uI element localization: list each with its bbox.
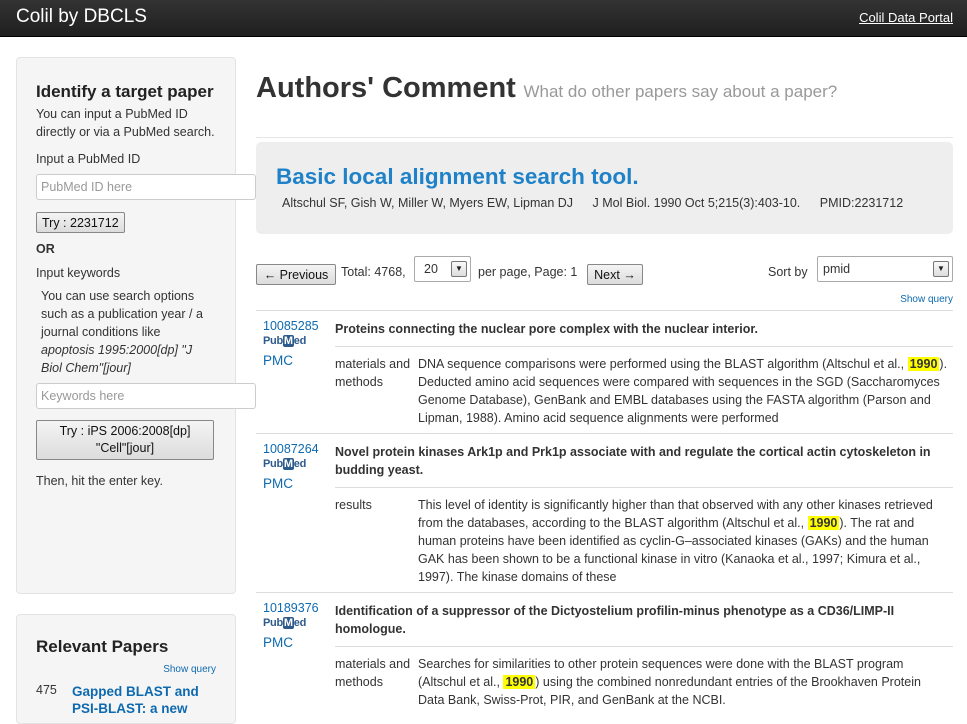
total-count: Total: 4768, xyxy=(341,265,406,279)
chevron-down-icon: ▼ xyxy=(451,261,467,277)
pmc-link[interactable]: PMC xyxy=(263,635,333,650)
enter-hint: Then, hit the enter key. xyxy=(36,474,163,488)
relevant-show-query-link[interactable]: Show query xyxy=(163,664,216,675)
sort-select[interactable]: pmid ▼ xyxy=(817,256,953,282)
chevron-down-icon: ▼ xyxy=(933,261,949,277)
result-section: materials and methods xyxy=(335,657,411,689)
pmid-input[interactable] xyxy=(36,174,256,200)
data-portal-link[interactable]: Colil Data Portal xyxy=(859,10,953,25)
keywords-input[interactable] xyxy=(36,383,256,409)
result-title: Novel protein kinases Ark1p and Prk1p as… xyxy=(335,445,931,477)
identify-paper-heading: Identify a target paper xyxy=(36,82,214,101)
per-page-value: 20 xyxy=(424,262,438,276)
citation-year-highlight: 1990 xyxy=(907,357,940,371)
result-title: Identification of a suppressor of the Di… xyxy=(335,604,895,636)
result-title: Proteins connecting the nuclear pore com… xyxy=(335,322,759,336)
relevant-papers-title: Relevant Papers xyxy=(36,637,169,656)
page-title: Authors' Comment xyxy=(256,72,516,104)
per-page-select[interactable]: 20 ▼ xyxy=(414,256,471,282)
keywords-help-example: apoptosis 1995:2000[dp] "J Biol Chem"[jo… xyxy=(41,343,193,375)
relevant-item-count: 475 xyxy=(36,683,57,697)
sort-value: pmid xyxy=(823,262,851,276)
result-section: materials and methods xyxy=(335,357,411,389)
pmc-link[interactable]: PMC xyxy=(263,353,333,368)
sort-label: Sort by xyxy=(768,265,808,279)
top-navbar: Colil by DBCLS Colil Data Portal xyxy=(0,0,967,37)
relevant-item-title[interactable]: Gapped BLAST and PSI-BLAST: a new xyxy=(72,683,212,717)
or-label: OR xyxy=(36,242,55,256)
result-item: 10189376 PubMed PMC Identification of a … xyxy=(256,592,953,715)
result-pmid-link[interactable]: 10087264 xyxy=(263,442,333,456)
paper-journal: J Mol Biol. 1990 Oct 5;215(3):403-10. xyxy=(592,196,801,210)
result-pmid-link[interactable]: 10085285 xyxy=(263,319,333,333)
results-list: 10085285 PubMed PMC Proteins connecting … xyxy=(256,310,953,715)
keywords-help: You can use search options such as a pub… xyxy=(36,287,216,377)
try-keywords-button[interactable]: Try : iPS 2006:2008[dp] "Cell"[jour] xyxy=(36,420,214,460)
result-section: results xyxy=(335,498,372,512)
brand-link[interactable]: Colil by DBCLS xyxy=(16,6,147,28)
relevant-papers-panel: Relevant Papers Show query 475 Gapped BL… xyxy=(16,614,236,724)
citation-year-highlight: 1990 xyxy=(503,675,536,689)
result-item: 10085285 PubMed PMC Proteins connecting … xyxy=(256,310,953,433)
page-subtitle: What do other papers say about a paper? xyxy=(523,82,838,101)
result-pmid-link[interactable]: 10189376 xyxy=(263,601,333,615)
pubmed-logo-icon[interactable]: PubMed xyxy=(263,458,333,470)
target-paper-title[interactable]: Basic local alignment search tool. xyxy=(276,164,639,189)
identify-intro: You can input a PubMed ID directly or vi… xyxy=(36,107,215,139)
pmid-label: Input a PubMed ID xyxy=(36,152,141,166)
results-show-query-link[interactable]: Show query xyxy=(900,294,953,305)
pmc-link[interactable]: PMC xyxy=(263,476,333,491)
previous-button[interactable]: ← Previous xyxy=(256,264,336,285)
identify-paper-panel: Identify a target paper You can input a … xyxy=(16,57,256,594)
relevant-item: 475 Gapped BLAST and PSI-BLAST: a new xyxy=(36,683,216,717)
keywords-help-text: You can use search options such as a pub… xyxy=(41,289,203,339)
result-snippet: Searches for similarities to other prote… xyxy=(418,657,921,707)
result-item: 10087264 PubMed PMC Novel protein kinase… xyxy=(256,433,953,592)
next-button[interactable]: Next → xyxy=(587,264,643,285)
paper-pmid: PMID:2231712 xyxy=(819,196,904,210)
result-snippet: DNA sequence comparisons were performed … xyxy=(418,357,948,425)
pubmed-logo-icon[interactable]: PubMed xyxy=(263,617,333,629)
try-pmid-button[interactable]: Try : 2231712 xyxy=(36,212,125,233)
pagination-controls: ← Previous Total: 4768, 20 ▼ per page, P… xyxy=(256,256,953,306)
result-snippet: This level of identity is significantly … xyxy=(418,498,933,584)
target-paper-citation: Altschul SF, Gish W, Miller W, Myers EW,… xyxy=(276,196,933,210)
paper-authors: Altschul SF, Gish W, Miller W, Myers EW,… xyxy=(282,196,574,210)
per-page-text: per page, Page: 1 xyxy=(478,265,578,279)
page-header: Authors' Comment What do other papers sa… xyxy=(256,72,953,138)
pubmed-logo-icon[interactable]: PubMed xyxy=(263,335,333,347)
keywords-label: Input keywords xyxy=(36,266,121,280)
target-paper-box: Basic local alignment search tool. Altsc… xyxy=(256,142,953,234)
citation-year-highlight: 1990 xyxy=(807,516,840,530)
